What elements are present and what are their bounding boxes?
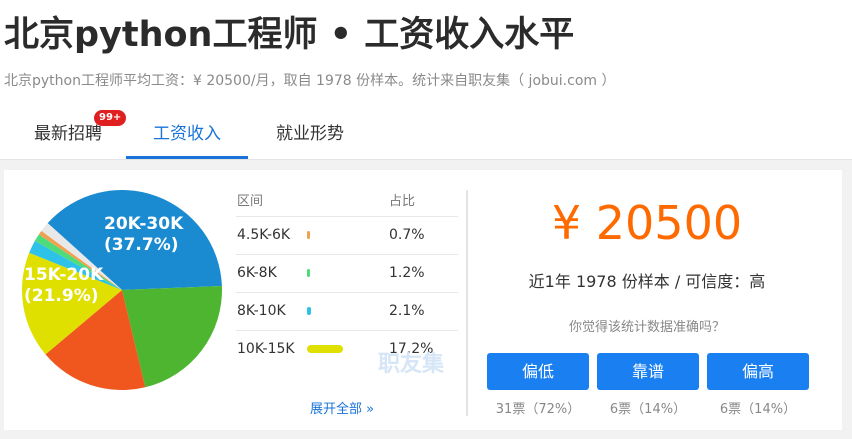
- pie-label-20k-30k-name: 20K-30K: [104, 214, 184, 234]
- pie-label-20k-30k: 20K-30K (37.7%): [104, 214, 183, 256]
- row-bar: [307, 231, 310, 239]
- row-bar: [307, 269, 310, 277]
- tab-employment[interactable]: 就业形势: [256, 112, 364, 159]
- column-header-ratio: 占比: [389, 194, 416, 209]
- row-pct: 2.1%: [389, 303, 425, 319]
- pie-label-15k-20k-name: 15K-20K: [24, 265, 104, 285]
- row-range: 4.5K-6K: [237, 227, 291, 243]
- accuracy-question: 你觉得该统计数据准确吗？: [568, 320, 725, 335]
- vote-accurate-button[interactable]: 靠谱: [597, 353, 699, 390]
- new-jobs-badge: 99+: [94, 110, 127, 126]
- column-header-range: 区间: [237, 194, 264, 209]
- table-row: 8K-10K 2.1%: [236, 292, 458, 330]
- table-row: 6K-8K 1.2%: [236, 254, 458, 292]
- page-subtitle: 北京python工程师平均工资：¥ 20500/月，取自 1978 份样本。统计…: [4, 73, 616, 89]
- vote-low-button[interactable]: 偏低: [487, 353, 589, 390]
- row-bar: [307, 345, 344, 353]
- sample-info: 近1年 1978 份样本 / 可信度：高: [528, 272, 766, 291]
- expand-all-link[interactable]: 展开全部 »: [310, 398, 374, 417]
- pie-label-15k-20k: 15K-20K (21.9%): [24, 265, 103, 307]
- row-pct: 1.2%: [389, 265, 425, 281]
- vertical-divider: [466, 190, 468, 416]
- vote-accurate-count: 6票（14%）: [609, 402, 687, 417]
- pie-label-20k-30k-pct: (37.7%): [104, 235, 179, 255]
- tab-salary[interactable]: 工资收入: [126, 112, 248, 159]
- vote-high-count: 6票（14%）: [719, 402, 797, 417]
- row-range: 8K-10K: [237, 303, 286, 319]
- tab-bar: 最新招聘 工资收入 就业形势: [0, 112, 852, 160]
- watermark-logo: 职友集: [378, 352, 445, 377]
- average-salary: ¥ 20500: [551, 196, 743, 250]
- pie-label-15k-20k-pct: (21.9%): [24, 286, 99, 306]
- row-range: 6K-8K: [237, 265, 277, 281]
- vote-low-count: 31票（72%）: [495, 402, 581, 417]
- row-bar: [307, 307, 312, 315]
- table-row: 4.5K-6K 0.7%: [236, 216, 458, 254]
- vote-high-button[interactable]: 偏高: [707, 353, 809, 390]
- page-title: 北京python工程师 • 工资收入水平: [4, 15, 575, 55]
- row-range: 10K-15K: [237, 341, 295, 357]
- row-pct: 0.7%: [389, 227, 425, 243]
